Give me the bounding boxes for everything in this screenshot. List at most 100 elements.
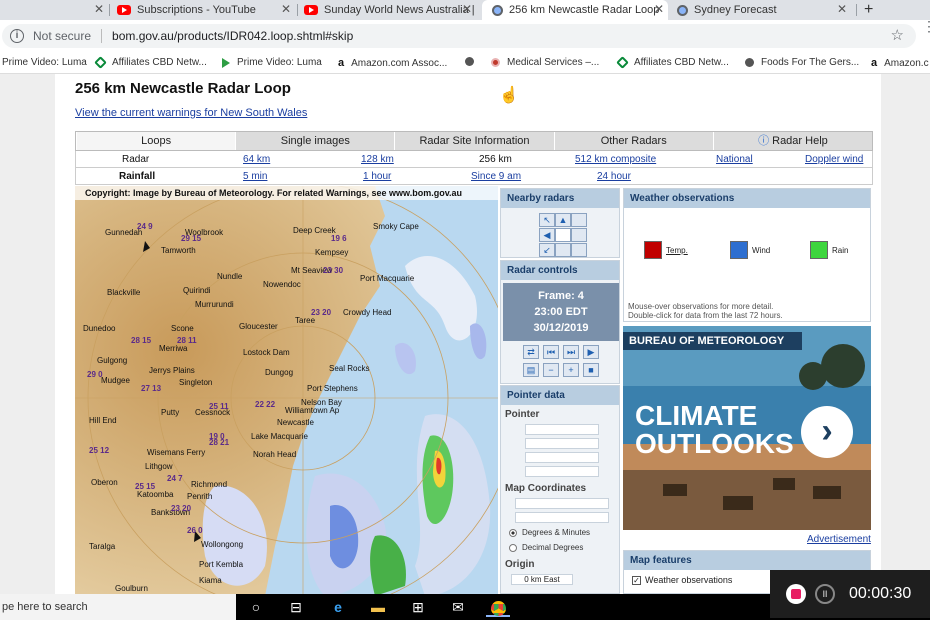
town-label: Dunedoo	[83, 324, 116, 333]
warnings-link[interactable]: View the current warnings for New South …	[75, 107, 307, 119]
browser-tab-strip: ✕ Subscriptions - YouTube ✕ Sunday World…	[0, 0, 930, 20]
play-icon[interactable]: ▶	[583, 345, 599, 359]
print-icon[interactable]: ▤	[523, 363, 539, 377]
obs-marker[interactable]: 22 22	[255, 400, 275, 409]
edge-icon[interactable]: e	[326, 597, 350, 617]
frame-display: Frame: 4 23:00 EDT 30/12/2019	[503, 283, 619, 341]
file-explorer-icon[interactable]: ▬	[366, 597, 390, 617]
address-bar[interactable]: i Not secure bom.gov.au/products/IDR042.…	[2, 24, 916, 48]
radar-nw-arrow-icon[interactable]: ↖	[539, 213, 555, 227]
browser-toolbar: i Not secure bom.gov.au/products/IDR042.…	[0, 19, 930, 52]
chevron-right-icon[interactable]: ›	[801, 406, 853, 458]
obs-marker[interactable]: 27 13	[141, 384, 161, 393]
bookmark-item[interactable]: Affiliates CBD Netw...	[616, 56, 729, 69]
obs-marker[interactable]: 25 15	[135, 482, 155, 491]
national-link[interactable]: National	[716, 154, 753, 165]
town-label: Murrurundi	[195, 300, 234, 309]
obs-marker[interactable]: 25 11	[209, 402, 229, 411]
bookmark-item[interactable]: Prime Video: Luma	[222, 57, 322, 68]
close-tab-icon[interactable]: ✕	[281, 2, 291, 16]
weather-observations-checkbox[interactable]: ✓ Weather observations	[632, 575, 732, 585]
close-tab-icon[interactable]: ✕	[654, 2, 664, 16]
play-icon	[222, 57, 230, 68]
doppler-wind-link[interactable]: Doppler wind	[805, 154, 863, 165]
tab-radar-site-information[interactable]: Radar Site Information	[394, 132, 553, 150]
taskbar-search[interactable]: pe here to search	[0, 594, 236, 620]
browser-tab-newcastle-radar[interactable]: 256 km Newcastle Radar Loop ✕	[482, 0, 668, 20]
info-icon[interactable]: i	[10, 29, 24, 43]
tab-radar-help[interactable]: ⓘ Radar Help	[712, 132, 872, 150]
obs-marker[interactable]: 23 20	[171, 504, 191, 513]
zoom-out-icon[interactable]: −	[543, 363, 559, 377]
ad-headline-2: OUTLOOKS	[635, 428, 794, 459]
advertisement-link[interactable]: Advertisement	[807, 534, 871, 545]
rain-5min-link[interactable]: 5 min	[243, 171, 267, 182]
format-degrees-minutes-radio[interactable]: Degrees & Minutes	[509, 528, 590, 537]
mail-icon[interactable]: ✉	[446, 597, 470, 617]
obs-marker[interactable]: 24 9	[137, 222, 153, 231]
bookmark-star-icon[interactable]: ☆	[891, 26, 904, 44]
temp-legend-swatch	[644, 241, 662, 259]
radar-se-arrow-icon	[571, 243, 587, 257]
radar-n-arrow-icon[interactable]: ▲	[555, 213, 571, 227]
town-label: Kiama	[199, 576, 222, 585]
tab-other-radars[interactable]: Other Radars	[553, 132, 713, 150]
obs-marker[interactable]: 29 0	[87, 370, 103, 379]
task-view-icon[interactable]: ⊟	[284, 597, 308, 617]
tab-loops[interactable]: Loops	[76, 132, 236, 150]
bookmark-item[interactable]	[465, 57, 481, 66]
browser-tab-sydney-forecast[interactable]: Sydney Forecast ✕	[677, 0, 851, 20]
menu-dots-icon[interactable]: ⋮	[922, 19, 930, 41]
temp-legend-label[interactable]: Temp.	[666, 246, 688, 255]
chrome-icon[interactable]	[486, 597, 510, 617]
obs-marker[interactable]: 28 15	[131, 336, 151, 345]
format-decimal-degrees-radio[interactable]: Decimal Degrees	[509, 543, 583, 552]
coords-field	[515, 512, 609, 523]
url-text[interactable]: bom.gov.au/products/IDR042.loop.shtml#sk…	[112, 29, 353, 43]
browser-tab-sunday-world-news[interactable]: Sunday World News Australia | ✕	[304, 0, 476, 20]
obs-marker[interactable]: 26 0	[187, 526, 203, 535]
bookmark-item[interactable]: Medical Services –...	[491, 57, 599, 68]
obs-marker[interactable]: 28 11	[177, 336, 197, 345]
cortana-icon[interactable]: ○	[244, 597, 268, 617]
new-tab-button[interactable]: +	[864, 0, 882, 20]
obs-marker[interactable]: 29 15	[181, 234, 201, 243]
browser-tab-blank[interactable]: ✕	[0, 0, 108, 20]
diamond-icon	[616, 56, 629, 69]
radar-map[interactable]: Copyright: Image by Bureau of Meteorolog…	[75, 186, 498, 596]
rain-since-9am-link[interactable]: Since 9 am	[471, 171, 521, 182]
range-128km-link[interactable]: 128 km	[361, 154, 394, 165]
origin-field: 0 km East	[511, 574, 573, 585]
bookmark-item[interactable]: a Amazon.com Assoc...	[338, 57, 447, 69]
range-512km-link[interactable]: 512 km composite	[575, 154, 656, 165]
close-tab-icon[interactable]: ✕	[837, 2, 847, 16]
obs-marker[interactable]: 23 20	[311, 308, 331, 317]
climate-outlooks-ad[interactable]: BUREAU OF METEOROLOGY CLIMATE OUTLOOKS ›	[623, 326, 871, 530]
obs-marker[interactable]: 24 7	[167, 474, 183, 483]
tab-single-images[interactable]: Single images	[235, 132, 394, 150]
bookmark-item[interactable]: Foods For The Gers...	[745, 57, 859, 68]
radar-sw-arrow-icon[interactable]: ↙	[539, 243, 555, 257]
range-64km-link[interactable]: 64 km	[243, 154, 270, 165]
bookmark-item[interactable]: a Amazon.c	[871, 57, 929, 69]
stop-icon[interactable]: ■	[583, 363, 599, 377]
obs-marker[interactable]: 28 21	[209, 438, 229, 447]
record-stop-icon[interactable]	[786, 584, 806, 604]
close-tab-icon[interactable]: ✕	[462, 2, 472, 16]
speed-icon[interactable]: ⇄	[523, 345, 539, 359]
obs-marker[interactable]: 25 12	[89, 446, 109, 455]
bookmark-item[interactable]: Affiliates CBD Netw...	[94, 56, 207, 69]
radar-w-arrow-icon[interactable]: ◀	[539, 228, 555, 242]
close-tab-icon[interactable]: ✕	[94, 2, 104, 16]
obs-marker[interactable]: 23 30	[323, 266, 343, 275]
store-icon[interactable]: ⊞	[406, 597, 430, 617]
pause-icon[interactable]: II	[815, 584, 835, 604]
zoom-in-icon[interactable]: +	[563, 363, 579, 377]
bookmark-item[interactable]: Prime Video: Luma	[2, 57, 87, 68]
browser-tab-youtube-subscriptions[interactable]: Subscriptions - YouTube ✕	[117, 0, 295, 20]
first-frame-icon[interactable]: ⏮	[543, 345, 559, 359]
obs-marker[interactable]: 19 6	[331, 234, 347, 243]
step-frame-icon[interactable]: ⏭	[563, 345, 579, 359]
rain-24hour-link[interactable]: 24 hour	[597, 171, 631, 182]
rain-1hour-link[interactable]: 1 hour	[363, 171, 391, 182]
